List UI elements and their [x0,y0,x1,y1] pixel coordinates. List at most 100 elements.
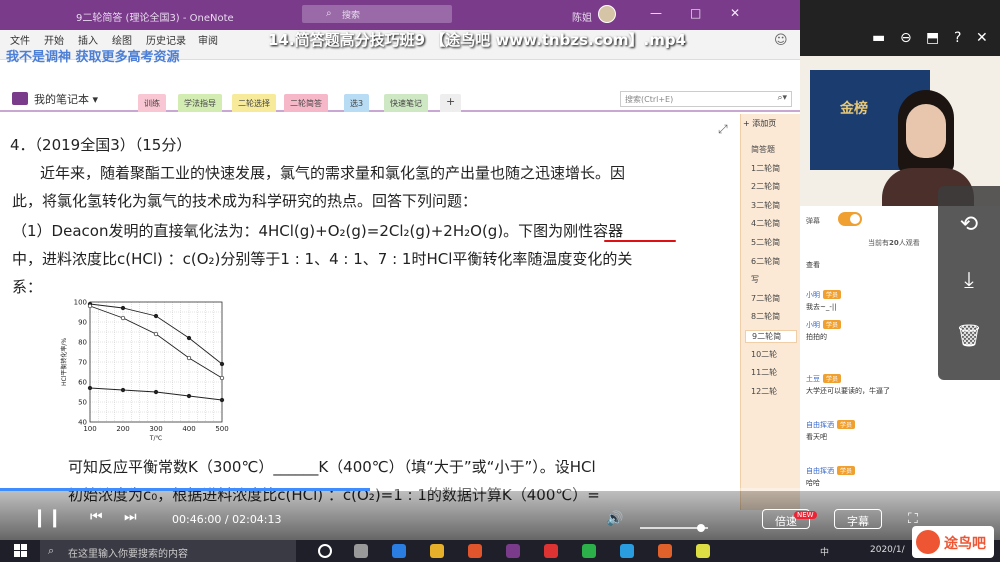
logo-text: 途鸟吧 [944,536,986,552]
section-tab[interactable]: 快速笔记 [384,94,428,112]
y-tick-label: 50 [78,399,87,407]
x-tick-label: 300 [149,425,162,433]
volume-icon[interactable]: 🔊 [606,511,623,527]
question-text-line: （1）Deacon发明的直接氧化法为：4HCl(g)+O₂(g)=2Cl₂(g)… [12,222,624,240]
add-section-button[interactable]: + [440,94,462,112]
conversion-chart: 405060708090100100 200 300 400 500T/℃HCl平衡转化… [56,294,236,444]
section-tab[interactable]: 二轮选择 [232,94,276,112]
pin-icon[interactable]: ⬒ [926,30,939,46]
chat-username[interactable]: 自由挥洒 学员 [806,466,856,476]
taskbar-search-input[interactable]: ⌕ 在这里输入你要搜索的内容 [40,540,296,562]
app-icon[interactable] [620,544,634,558]
chat-username[interactable]: 小明 学员 [806,290,842,300]
subtitle-button[interactable]: 字幕 [834,509,882,529]
annotation-underline [604,240,676,242]
help-icon[interactable]: ? [954,30,961,46]
share-icon[interactable]: ⟲ [938,212,1000,237]
app-icon[interactable] [658,544,672,558]
onenote-icon[interactable] [506,544,520,558]
page-list-item[interactable]: 2二轮简 [751,181,780,192]
windows-start-icon[interactable] [14,544,28,558]
new-badge: NEW [794,511,817,519]
add-page-button[interactable]: + 添加页 [743,118,799,134]
data-point [219,361,225,367]
page-list-item[interactable]: 1二轮简 [751,163,780,174]
page-list-item[interactable]: 3二轮简 [751,200,780,211]
danmaku-toggle[interactable] [838,212,862,226]
browser-icon[interactable] [392,544,406,558]
page-list-item[interactable]: 6二轮简 [751,256,780,267]
chat-message: 哈哈 [806,479,820,487]
tab-file[interactable]: 文件 [10,32,30,47]
chat-username[interactable]: 土豆 学员 [806,374,842,384]
avatar[interactable] [598,5,616,23]
collapse-icon[interactable]: ⊖ [900,30,912,46]
live-header: ▬ ⊖ ⬒ ? ✕ [800,0,1000,56]
page-list-item[interactable]: 8二轮简 [751,311,780,322]
minimize-icon[interactable]: ▬ [872,30,885,46]
data-point [219,375,225,381]
section-tab[interactable]: 学法指导 [178,94,222,112]
task-view-icon[interactable] [354,544,368,558]
expand-icon[interactable]: ⤢ [718,122,728,137]
trash-icon[interactable]: 🗑 [938,324,1000,349]
page-list-item[interactable]: 7二轮简 [751,293,780,304]
close-icon[interactable]: ✕ [976,30,988,46]
app-icon[interactable] [544,544,558,558]
chat-message: 看天吧 [806,433,827,441]
notebook-name[interactable]: 我的笔记本 ▾ [34,91,98,107]
app-icon[interactable] [468,544,482,558]
tab-home[interactable]: 开始 [44,32,64,47]
chat-username[interactable]: 自由挥洒 学员 [806,420,856,430]
notebook-search-input[interactable]: 搜索(Ctrl+E) ⌕▾ [620,91,792,107]
data-point [120,387,126,393]
clock-date: 2020/1/ [870,545,905,555]
title-search-box[interactable]: ⌕ 搜索 [302,5,452,23]
fullscreen-icon[interactable]: ⛶ [908,511,918,527]
feedback-smile-icon[interactable]: ☺ [774,33,788,48]
page-list-item[interactable]: 9二轮简 [745,330,797,343]
minimize-icon[interactable]: — [650,6,662,20]
cortana-icon[interactable] [318,544,332,558]
onenote-window: 9二轮简答 (理论全国3) - OneNote ⌕ 搜索 陈姐 — □ ✕ 文件… [0,0,800,540]
page-list-item[interactable]: 写 [751,274,759,285]
download-icon[interactable]: ⤓ [938,268,1000,293]
poster-text: 金榜 [840,101,868,117]
tab-draw[interactable]: 绘图 [112,32,132,47]
page-list-item[interactable]: 简答题 [751,144,775,155]
wechat-icon[interactable] [582,544,596,558]
tab-insert[interactable]: 插入 [78,32,98,47]
ime-indicator[interactable]: 中 [820,545,829,558]
danmaku-label: 弹幕 [806,217,820,225]
pause-icon[interactable]: ❙❙ [32,507,62,528]
chrome-icon[interactable] [696,544,710,558]
tab-review[interactable]: 审阅 [198,32,218,47]
data-point [186,355,192,361]
chat-message: 拍拍的 [806,333,827,341]
page-list-item[interactable]: 12二轮 [751,386,777,397]
section-tab[interactable]: 选3 [344,94,370,112]
chat-username[interactable]: 小明 学员 [806,320,842,330]
logo-mark [916,530,940,554]
page-list-item[interactable]: 5二轮简 [751,237,780,248]
next-icon[interactable]: ⏭ [124,509,137,525]
explorer-icon[interactable] [430,544,444,558]
screen: 9二轮简答 (理论全国3) - OneNote ⌕ 搜索 陈姐 — □ ✕ 文件… [0,0,1000,562]
chat-badge: 学员 [823,320,842,329]
y-tick-label: 60 [78,379,87,387]
maximize-icon[interactable]: □ [690,6,701,20]
y-tick-label: 90 [78,319,87,327]
section-tab[interactable]: 二轮简答 [284,94,328,112]
section-tab[interactable]: 训练 [138,94,166,112]
page-list-item[interactable]: 4二轮简 [751,218,780,229]
page-list-item[interactable]: 10二轮 [751,349,777,360]
data-point [87,385,93,391]
previous-icon[interactable]: ⏮ [90,509,103,525]
time-display: 00:46:00 / 02:04:13 [172,513,282,526]
close-icon[interactable]: ✕ [730,6,740,20]
chat-message: 查看 [806,261,820,269]
user-name[interactable]: 陈姐 [572,9,592,24]
page-list-item[interactable]: 11二轮 [751,367,777,378]
question-text-line: 中，进料浓度比c(HCl) ：c(O₂)分别等于1 : 1、4 : 1、7 : … [12,250,633,268]
tab-history[interactable]: 历史记录 [146,32,186,47]
